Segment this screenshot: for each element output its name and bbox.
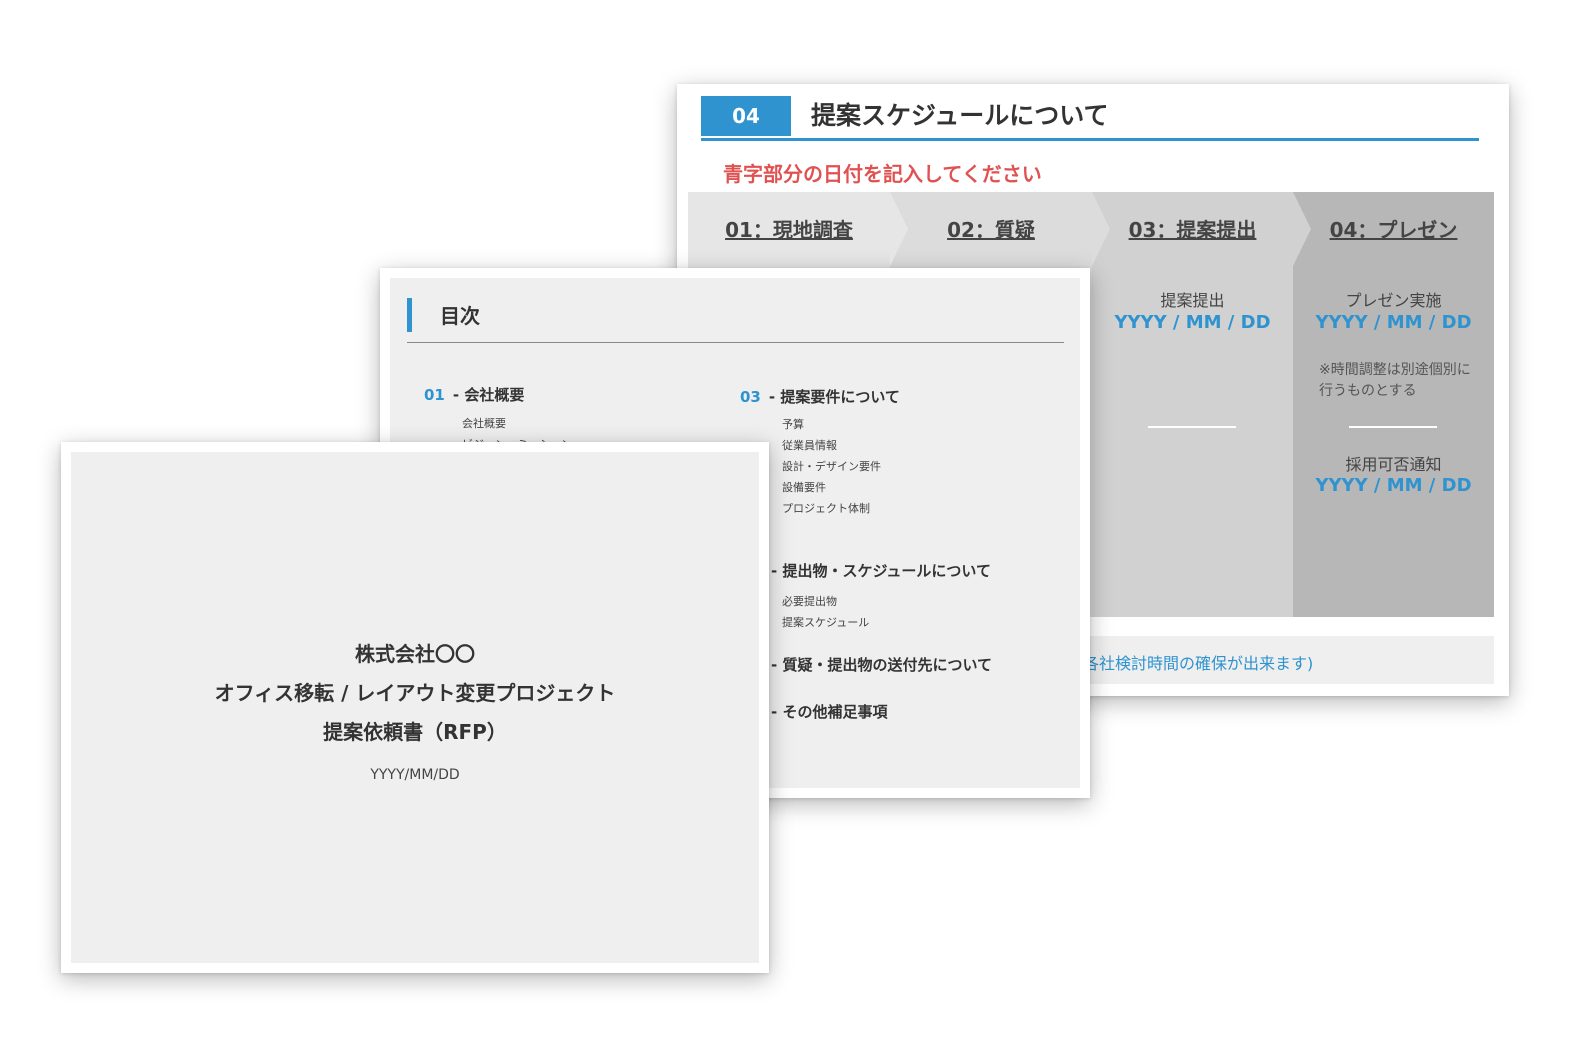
cover-slide[interactable]: 株式会社〇〇 オフィス移転 / レイアウト変更プロジェクト 提案依頼書（RFP）… — [61, 442, 769, 973]
toc-item: プロジェクト体制 — [782, 502, 870, 515]
chevron-arrow-icon — [890, 192, 908, 266]
cover-company: 株式会社〇〇 — [355, 642, 475, 666]
schedule-title: 提案スケジュールについて — [811, 101, 1109, 130]
toc-section-title: - 提案要件について — [768, 388, 900, 406]
toc-section: 03 - 提案要件について — [740, 386, 900, 407]
toc-section: - その他補足事項 — [771, 703, 888, 721]
step-label: 04：プレゼン — [1329, 218, 1458, 242]
schedule-header: 04 提案スケジュールについて — [701, 96, 1479, 141]
cover-project: オフィス移転 / レイアウト変更プロジェクト — [214, 681, 616, 705]
step-proposal-submission: 03：提案提出 提案提出 YYYY / MM / DD — [1092, 192, 1311, 617]
toc-item: 従業員情報 — [782, 439, 837, 452]
toc-section-number: 03 — [740, 388, 761, 406]
divider — [407, 342, 1064, 343]
toc-section: - 提出物・スケジュールについて — [771, 562, 991, 580]
step-item: 提案提出 — [1160, 291, 1225, 310]
divider — [1349, 426, 1437, 428]
step-date-field[interactable]: YYYY / MM / DD — [1293, 475, 1494, 496]
schedule-instruction: 青字部分の日付を記入してください — [723, 162, 1042, 186]
step-label: 02：質疑 — [947, 218, 1035, 242]
step-presentation: 04：プレゼン プレゼン実施 YYYY / MM / DD ※時間調整は別途個別… — [1293, 192, 1494, 617]
toc-item: 会社概要 — [462, 417, 506, 430]
toc-section: 01 - 会社概要 — [424, 384, 524, 405]
toc-item: 設計・デザイン要件 — [782, 460, 881, 473]
chevron-arrow-icon — [1092, 192, 1110, 266]
footer-note: 各社検討時間の確保が出来ます) — [1083, 654, 1314, 673]
toc-item: 必要提出物 — [782, 595, 837, 608]
cover-date: YYYY/MM/DD — [370, 767, 460, 783]
section-number-badge: 04 — [701, 96, 791, 136]
toc-item: 提案スケジュール — [782, 616, 870, 629]
step-note: ※時間調整は別途個別に行うものとする — [1319, 362, 1471, 399]
step-label: 01：現地調査 — [725, 218, 853, 242]
divider — [1148, 426, 1236, 428]
toc-section-title: - 会社概要 — [452, 386, 525, 404]
cover-document-title: 提案依頼書（RFP） — [323, 720, 507, 744]
toc-item: 予算 — [782, 418, 804, 431]
toc-section: - 質疑・提出物の送付先について — [771, 656, 992, 674]
toc-title: 目次 — [440, 304, 480, 328]
chevron-arrow-icon — [1293, 192, 1311, 266]
step-label: 03：提案提出 — [1128, 218, 1257, 242]
step-item: 採用可否通知 — [1345, 455, 1442, 474]
step-date-field[interactable]: YYYY / MM / DD — [1293, 312, 1494, 333]
toc-section-number: 01 — [424, 386, 445, 404]
accent-bar — [407, 298, 412, 332]
step-date-field[interactable]: YYYY / MM / DD — [1092, 312, 1293, 333]
step-item: プレゼン実施 — [1345, 291, 1442, 310]
toc-item: 設備要件 — [782, 481, 826, 494]
